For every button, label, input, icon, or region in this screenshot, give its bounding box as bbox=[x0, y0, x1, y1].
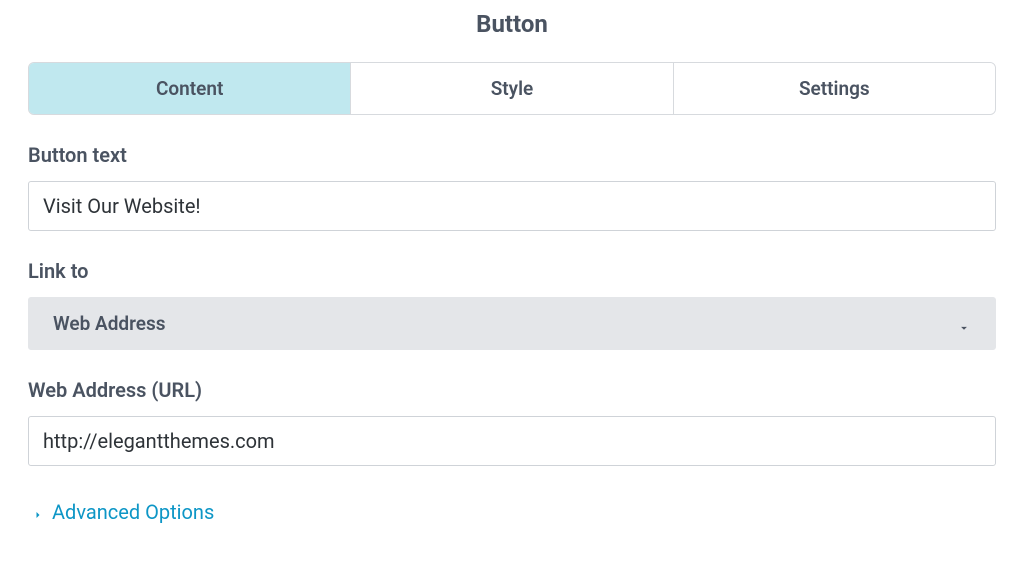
tabs-container: Content Style Settings bbox=[28, 62, 996, 115]
page-title: Button bbox=[28, 0, 996, 62]
link-to-selected-value: Web Address bbox=[53, 312, 166, 335]
link-to-select-wrap: Web Address bbox=[28, 297, 996, 350]
tab-settings[interactable]: Settings bbox=[674, 63, 995, 114]
tab-content[interactable]: Content bbox=[29, 63, 351, 114]
chevron-down-icon bbox=[957, 317, 971, 331]
advanced-options-toggle[interactable]: Advanced Options bbox=[28, 494, 996, 530]
advanced-options-label: Advanced Options bbox=[52, 500, 214, 524]
button-text-label: Button text bbox=[28, 143, 996, 167]
link-to-label: Link to bbox=[28, 259, 996, 283]
chevron-right-icon bbox=[32, 504, 44, 520]
web-address-input[interactable] bbox=[28, 416, 996, 466]
link-to-select[interactable]: Web Address bbox=[28, 297, 996, 350]
web-address-label: Web Address (URL) bbox=[28, 378, 996, 402]
tab-style[interactable]: Style bbox=[351, 63, 673, 114]
button-text-input[interactable] bbox=[28, 181, 996, 231]
